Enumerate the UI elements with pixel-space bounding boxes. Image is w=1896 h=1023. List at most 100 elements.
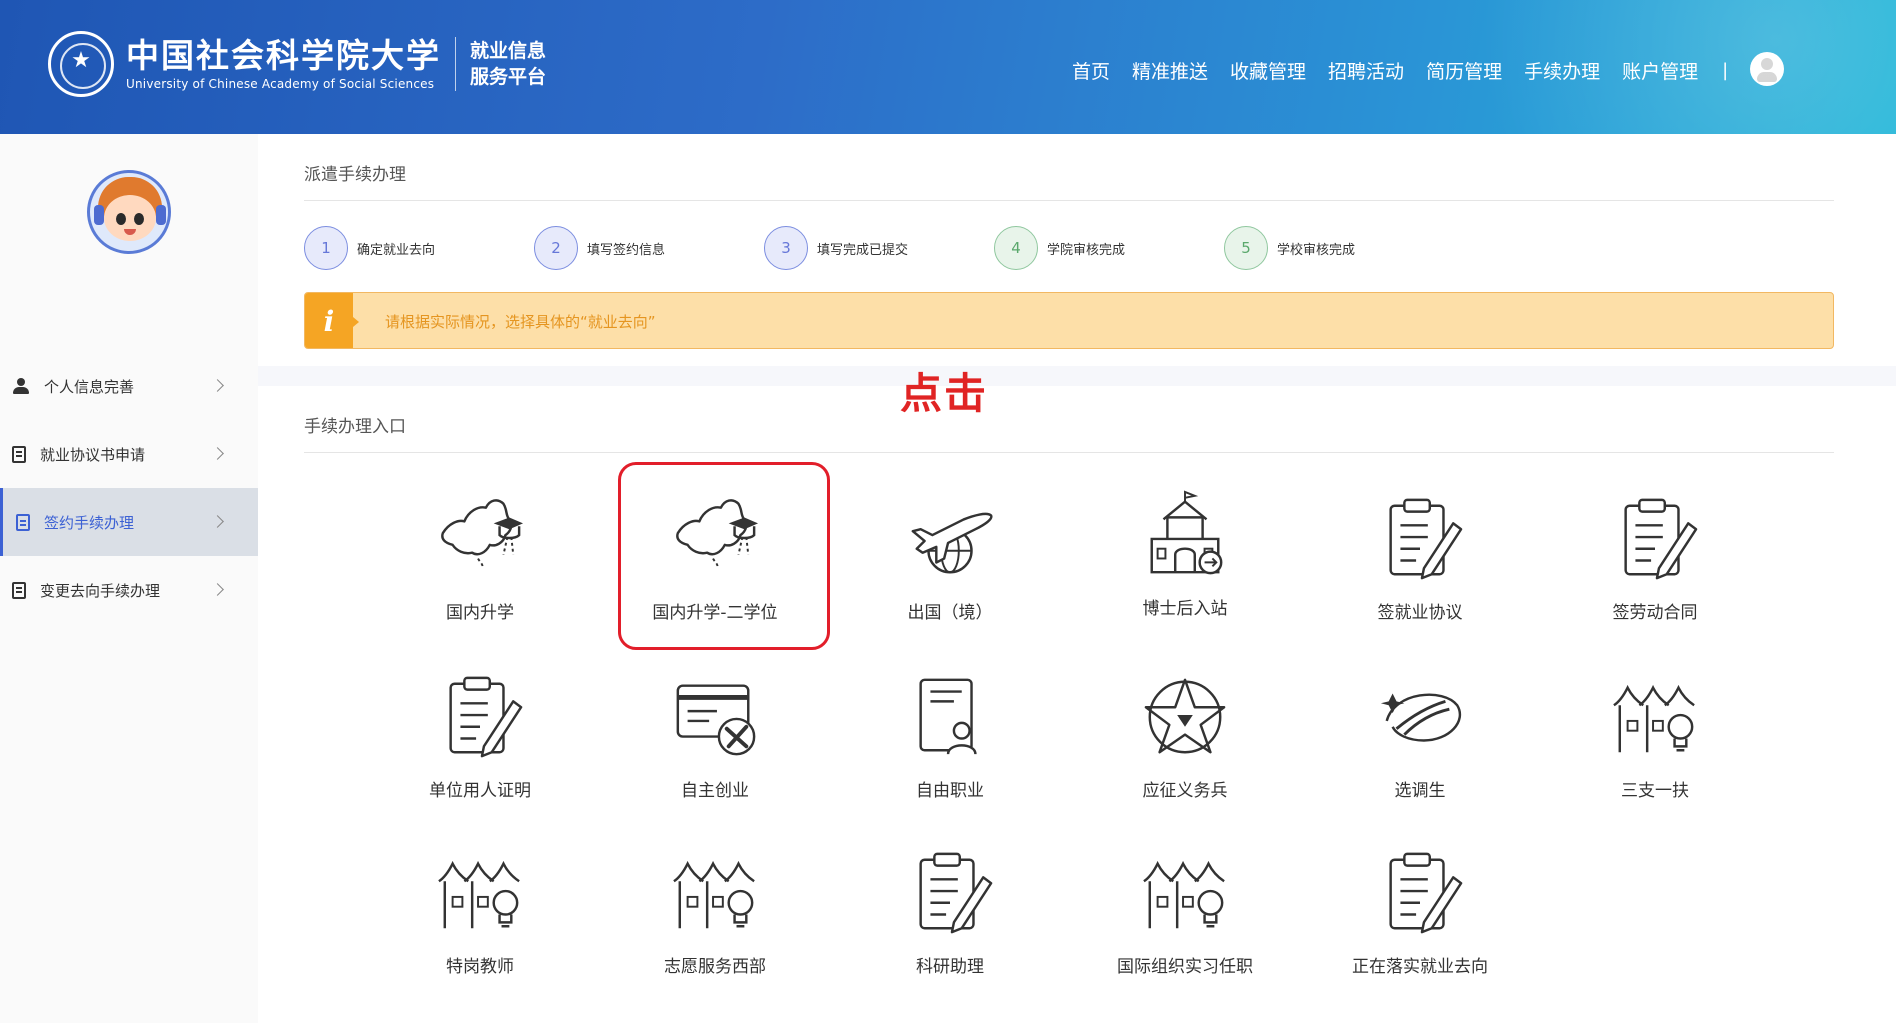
entry-international-org[interactable]: 国际组织实习任职: [1085, 848, 1285, 998]
logo-cn-name: 中国社会科学院大学: [126, 36, 441, 75]
entry-postdoc[interactable]: 博士后入站: [1085, 490, 1285, 640]
step-number: 1: [304, 226, 348, 270]
entry-three-supports[interactable]: 三支一扶: [1555, 672, 1755, 822]
entries-title: 手续办理入口: [304, 417, 406, 437]
entry-self-employment[interactable]: 自主创业: [615, 672, 815, 822]
sidebar-item-label: 就业协议书申请: [40, 445, 146, 464]
nav-recruitment[interactable]: 招聘活动: [1328, 57, 1404, 84]
sidebar-item-label: 变更去向手续办理: [40, 581, 161, 600]
sidebar-item-signing-procedures[interactable]: 签约手续办理: [0, 488, 258, 556]
step-label: 确定就业去向: [357, 242, 436, 258]
entry-label: 出国（境）: [907, 603, 993, 623]
entry-employment-certificate[interactable]: 单位用人证明: [380, 672, 580, 822]
alert-text: 请根据实际情况，选择具体的“就业去向”: [385, 313, 656, 331]
step-number: 5: [1224, 226, 1268, 270]
entry-label: 签劳动合同: [1612, 603, 1698, 623]
institution-building-icon: [1150, 490, 1223, 575]
sidebar-item-personal-info[interactable]: 个人信息完善: [0, 352, 258, 420]
airplane-globe-icon: [911, 512, 993, 574]
step-label: 填写签约信息: [587, 242, 666, 258]
entry-study-abroad[interactable]: 出国（境）: [850, 494, 1050, 644]
entry-label: 签就业协议: [1377, 603, 1463, 623]
step-1: 1 确定就业去向: [304, 226, 534, 270]
highlight-box: [618, 462, 830, 650]
chevron-right-icon: [211, 583, 224, 596]
user-icon: [12, 377, 30, 395]
nav-procedures[interactable]: 手续办理: [1524, 57, 1600, 84]
step-number: 3: [764, 226, 808, 270]
nav-precise-push[interactable]: 精准推送: [1132, 57, 1208, 84]
entry-selected-graduate[interactable]: 选调生: [1320, 672, 1520, 822]
step-label: 填写完成已提交: [817, 242, 909, 258]
step-3: 3 填写完成已提交: [764, 226, 994, 270]
step-number: 2: [534, 226, 578, 270]
id-card-person-icon: [919, 678, 977, 756]
info-icon: i: [305, 293, 359, 348]
entry-label: 选调生: [1394, 781, 1446, 801]
clipboard-icon: [16, 513, 30, 531]
village-lightbulb-icon: [672, 862, 756, 930]
village-lightbulb-icon: [1142, 862, 1226, 930]
nav-separator: |: [1722, 59, 1729, 81]
entry-special-teacher[interactable]: 特岗教师: [380, 848, 580, 998]
nav-resume[interactable]: 简历管理: [1426, 57, 1502, 84]
entry-labor-contract[interactable]: 签劳动合同: [1555, 494, 1755, 644]
platform-line1: 就业信息: [470, 40, 547, 62]
sidebar-item-change-destination[interactable]: 变更去向手续办理: [0, 556, 258, 624]
divider: [304, 200, 1834, 201]
progress-steps: 1 确定就业去向 2 填写签约信息 3 填写完成已提交 4 学院审核完成 5 学…: [304, 226, 1454, 270]
entry-label: 国内升学: [446, 603, 514, 623]
entry-freelance[interactable]: 自由职业: [850, 672, 1050, 822]
entry-military-service[interactable]: 应征义务兵: [1085, 672, 1285, 822]
clipboard-pen-icon: [1624, 498, 1698, 580]
entry-label: 三支一扶: [1621, 781, 1689, 801]
info-alert: i 请根据实际情况，选择具体的“就业去向”: [304, 292, 1834, 349]
entry-label: 科研助理: [916, 957, 984, 977]
dispatch-title: 派遣手续办理: [304, 165, 406, 185]
platform-name: 就业信息 服务平台: [470, 38, 546, 90]
village-lightbulb-icon: [1612, 686, 1696, 754]
entry-label: 博士后入站: [1142, 599, 1228, 619]
top-nav: 首页 精准推送 收藏管理 招聘活动 简历管理 手续办理 账户管理 |: [1072, 52, 1785, 86]
click-annotation: 点击: [900, 369, 989, 418]
entry-label: 正在落实就业去向: [1352, 957, 1488, 977]
platform-line2: 服务平台: [470, 66, 547, 88]
customer-service-avatar: [87, 170, 171, 254]
site-logo[interactable]: ★ 中国社会科学院大学 University of Chinese Academ…: [48, 26, 546, 102]
swoosh-emblem-icon: [1379, 692, 1462, 742]
military-star-icon: [1144, 678, 1226, 754]
chevron-right-icon: [211, 379, 224, 392]
sidebar-item-label: 签约手续办理: [44, 513, 135, 532]
clipboard-pen-icon: [449, 676, 523, 758]
clipboard-pen-icon: [1389, 498, 1463, 580]
user-avatar-icon[interactable]: [1750, 52, 1785, 86]
card-tools-icon: [670, 672, 760, 762]
sidebar-menu: 个人信息完善 就业协议书申请 签约手续办理 变更去向手续办理: [0, 352, 258, 624]
entry-research-assistant[interactable]: 科研助理: [850, 848, 1050, 998]
step-2: 2 填写签约信息: [534, 226, 764, 270]
top-header: ★ 中国社会科学院大学 University of Chinese Academ…: [0, 0, 1896, 134]
step-label: 学校审核完成: [1277, 242, 1356, 258]
nav-home[interactable]: 首页: [1072, 57, 1110, 84]
entry-sign-agreement[interactable]: 签就业协议: [1320, 494, 1520, 644]
nav-account[interactable]: 账户管理: [1622, 57, 1698, 84]
entry-label: 自由职业: [916, 781, 984, 801]
entry-pending-destination[interactable]: 正在落实就业去向: [1320, 848, 1520, 998]
document-icon: [12, 445, 26, 463]
sidebar-item-agreement-application[interactable]: 就业协议书申请: [0, 420, 258, 488]
step-number: 4: [994, 226, 1038, 270]
clipboard-pen-icon: [1389, 852, 1463, 934]
nav-favorites[interactable]: 收藏管理: [1230, 57, 1306, 84]
chevron-right-icon: [211, 515, 224, 528]
chevron-right-icon: [211, 447, 224, 460]
entry-label: 自主创业: [681, 781, 749, 801]
step-4: 4 学院审核完成: [994, 226, 1224, 270]
entry-volunteer-west[interactable]: 志愿服务西部: [615, 848, 815, 998]
entry-label: 特岗教师: [446, 957, 514, 977]
divider: [304, 452, 1834, 453]
step-label: 学院审核完成: [1047, 242, 1126, 258]
document-icon: [12, 581, 26, 599]
entry-label: 志愿服务西部: [664, 957, 766, 977]
entry-domestic-study[interactable]: 国内升学: [380, 494, 580, 644]
entry-label: 单位用人证明: [429, 781, 531, 801]
